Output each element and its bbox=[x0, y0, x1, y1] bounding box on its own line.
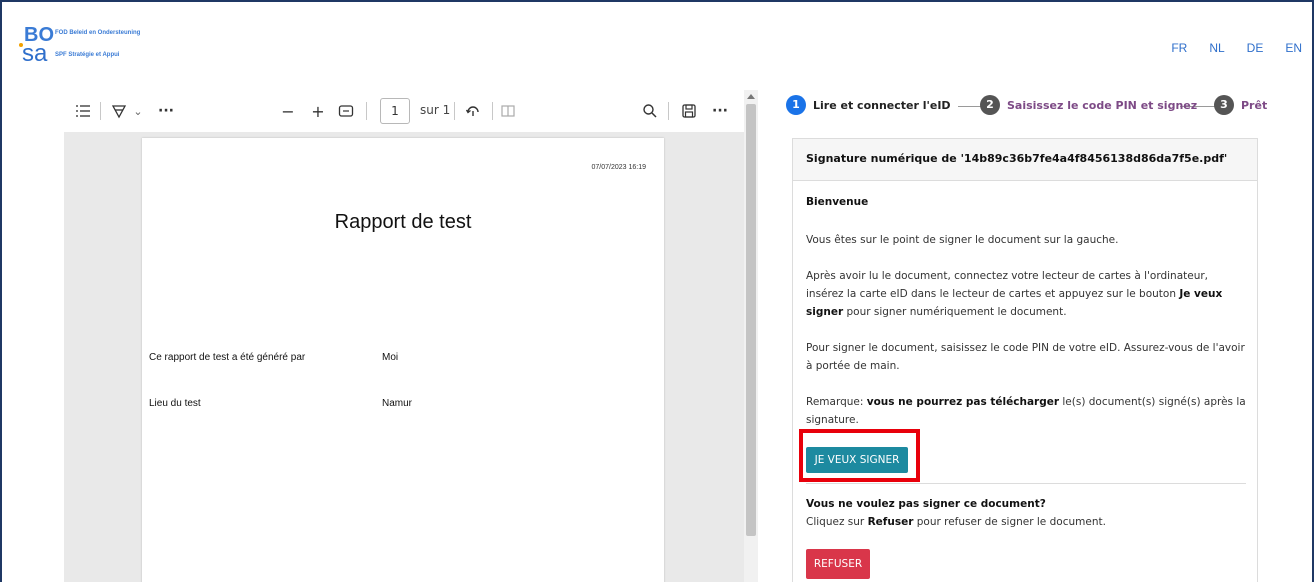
chevron-down-icon[interactable]: ⌄ bbox=[132, 102, 144, 120]
signing-panel: Signature numérique de '14b89c36b7fe4a4f… bbox=[792, 138, 1258, 582]
scroll-up-arrow-icon[interactable] bbox=[747, 94, 755, 99]
step-3-label: Prêt bbox=[1241, 98, 1268, 112]
report-row-value-location: Namur bbox=[382, 398, 413, 409]
pdf-viewer: ⌄ ··· − + 1 sur 1 ··· 07/07/2023 16:19 R… bbox=[64, 90, 758, 582]
welcome-heading: Bienvenue bbox=[806, 196, 869, 208]
panel-divider bbox=[806, 483, 1246, 484]
lang-de[interactable]: DE bbox=[1247, 41, 1264, 55]
step-2-number: 2 bbox=[980, 95, 1000, 115]
note-text: Remarque: vous ne pourrez pas télécharge… bbox=[806, 393, 1246, 429]
more-options-right[interactable]: ··· bbox=[710, 102, 730, 120]
page-total-label: sur 1 bbox=[420, 103, 451, 117]
refuse-button[interactable]: REFUSER bbox=[806, 549, 870, 579]
draw-icon[interactable] bbox=[110, 102, 128, 120]
toolbar-divider bbox=[366, 102, 367, 120]
report-row-value-generated-by: Moi bbox=[382, 352, 399, 363]
language-switcher: FR NL DE EN bbox=[1149, 41, 1302, 55]
decline-text-bold: Refuser bbox=[867, 516, 914, 528]
step-1: 1 Lire et connecter l'eID bbox=[786, 95, 951, 115]
report-title: Rapport de test bbox=[334, 211, 472, 233]
decline-text: Cliquez sur Refuser pour refuser de sign… bbox=[806, 513, 1246, 531]
logo-line-nl: FOD Beleid en Ondersteuning bbox=[55, 30, 141, 36]
step-2-label: Saisissez le code PIN et signez bbox=[1007, 98, 1198, 112]
zoom-out-button[interactable]: − bbox=[280, 102, 296, 121]
toolbar-divider bbox=[492, 102, 493, 120]
scrollbar-thumb[interactable] bbox=[746, 104, 756, 536]
pdf-scrollbar[interactable] bbox=[744, 90, 758, 582]
step-3: 3 Prêt bbox=[1214, 95, 1267, 115]
intro-text: Vous êtes sur le point de signer le docu… bbox=[806, 234, 1119, 246]
decline-text-c: pour refuser de signer le document. bbox=[913, 516, 1106, 528]
window-frame: BO sa FOD Beleid en Ondersteuning SPF St… bbox=[0, 0, 1314, 582]
step-1-label: Lire et connecter l'eID bbox=[813, 98, 951, 112]
instructions-text: Après avoir lu le document, connectez vo… bbox=[806, 267, 1246, 321]
more-options-left[interactable]: ··· bbox=[156, 102, 176, 120]
lang-fr[interactable]: FR bbox=[1171, 41, 1187, 55]
decline-heading: Vous ne voulez pas signer ce document? bbox=[806, 498, 1046, 510]
list-icon[interactable] bbox=[74, 102, 92, 120]
note-bold: vous ne pourrez pas télécharger bbox=[866, 396, 1060, 408]
page-number-input[interactable]: 1 bbox=[380, 98, 410, 124]
save-icon[interactable] bbox=[680, 102, 698, 120]
signing-stepper: 1 Lire et connecter l'eID 2 Saisissez le… bbox=[786, 94, 1306, 120]
step-1-number: 1 bbox=[786, 95, 806, 115]
instructions-text-c: pour signer numériquement le document. bbox=[843, 306, 1067, 318]
toolbar-divider bbox=[668, 102, 669, 120]
search-icon[interactable] bbox=[641, 102, 659, 120]
bosa-logo[interactable]: BO sa FOD Beleid en Ondersteuning SPF St… bbox=[14, 25, 164, 67]
logo-sa: sa bbox=[22, 40, 48, 67]
toolbar-divider bbox=[100, 102, 101, 120]
rotate-icon[interactable] bbox=[464, 102, 482, 120]
pdf-page: 07/07/2023 16:19 Rapport de test Ce rapp… bbox=[142, 138, 664, 582]
note-label: Remarque: bbox=[806, 396, 867, 408]
lang-nl[interactable]: NL bbox=[1209, 41, 1224, 55]
fit-page-icon[interactable] bbox=[337, 102, 355, 120]
pin-text: Pour signer le document, saisissez le co… bbox=[806, 342, 1245, 372]
decline-text-a: Cliquez sur bbox=[806, 516, 868, 528]
panel-heading: Signature numérique de '14b89c36b7fe4a4f… bbox=[793, 139, 1257, 181]
pdf-toolbar: ⌄ ··· − + 1 sur 1 ··· bbox=[64, 90, 744, 132]
lang-en[interactable]: EN bbox=[1285, 41, 1302, 55]
toolbar-divider bbox=[454, 102, 455, 120]
step-3-number: 3 bbox=[1214, 95, 1234, 115]
report-row-label-location: Lieu du test bbox=[149, 398, 201, 409]
pdf-canvas: 07/07/2023 16:19 Rapport de test Ce rapp… bbox=[64, 132, 744, 582]
sign-button-highlight bbox=[799, 429, 920, 482]
two-page-icon[interactable] bbox=[500, 102, 516, 120]
report-row-label-generated-by: Ce rapport de test a été généré par bbox=[149, 352, 306, 363]
step-2: 2 Saisissez le code PIN et signez bbox=[980, 95, 1197, 115]
report-date: 07/07/2023 16:19 bbox=[591, 164, 647, 171]
instructions-text-a: Après avoir lu le document, connectez vo… bbox=[806, 270, 1209, 300]
logo-line-fr: SPF Stratégie et Appui bbox=[55, 52, 120, 58]
zoom-in-button[interactable]: + bbox=[310, 102, 326, 121]
